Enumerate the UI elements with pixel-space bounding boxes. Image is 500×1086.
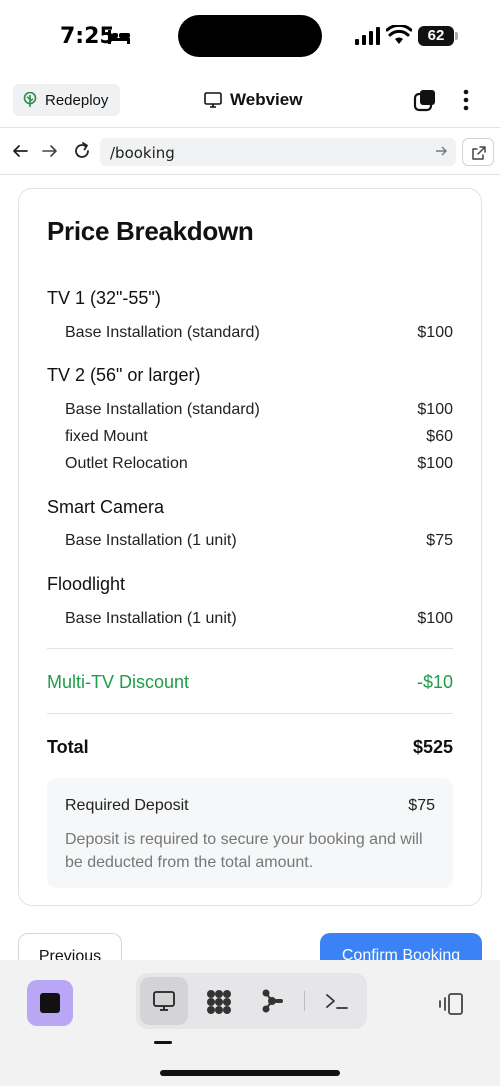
monitor-icon — [153, 991, 175, 1011]
active-tab-indicator — [154, 1041, 172, 1044]
view-tabs — [136, 973, 367, 1029]
line-item-price: $100 — [417, 610, 453, 627]
redeploy-label: Redeploy — [45, 91, 109, 109]
cellular-signal-icon — [355, 27, 380, 45]
bottom-toolbar — [0, 960, 500, 1086]
line-item-label: Base Installation (1 unit) — [65, 610, 237, 627]
total-value: $525 — [412, 737, 453, 757]
app-toolbar: Redeploy Webview — [0, 72, 500, 128]
dynamic-island — [178, 15, 322, 57]
line-item-price: $75 — [426, 532, 453, 549]
url-input[interactable]: /booking — [100, 138, 456, 166]
line-item-label: Base Installation (standard) — [65, 324, 260, 341]
status-bar: 7:25 62 — [0, 0, 500, 72]
deposit-value: $75 — [408, 797, 435, 814]
home-indicator — [160, 1070, 340, 1076]
price-breakdown-card: Price Breakdown TV 1 (32"-55") Base Inst… — [18, 188, 482, 906]
status-time: 7:25 — [60, 24, 115, 49]
line-item-price: $100 — [417, 401, 453, 418]
line-item-price: $60 — [426, 428, 453, 445]
card-title: Price Breakdown — [47, 216, 254, 246]
share-nodes-icon — [262, 989, 283, 1013]
line-item: Base Installation (standard) $100 — [65, 401, 453, 419]
tab-grid[interactable] — [194, 977, 242, 1025]
open-external-button[interactable] — [462, 138, 494, 166]
total-label: Total — [47, 737, 89, 757]
line-item: Base Installation (standard) $100 — [65, 324, 453, 342]
deposit-label: Required Deposit — [65, 797, 189, 814]
redeploy-button[interactable]: Redeploy — [13, 84, 121, 116]
tab-webview[interactable] — [140, 977, 188, 1025]
external-link-icon — [472, 146, 486, 160]
page-title: Webview — [204, 90, 302, 110]
group-heading: Floodlight — [47, 574, 126, 594]
line-item-price: $100 — [417, 324, 453, 341]
reload-icon[interactable] — [72, 141, 92, 161]
battery-indicator: 62 — [418, 26, 458, 46]
side-panel-icon[interactable] — [437, 992, 465, 1016]
monitor-icon — [204, 92, 222, 108]
total-row: Total $525 — [47, 737, 453, 758]
copy-icon[interactable] — [413, 88, 437, 112]
browser-url-bar: /booking — [0, 129, 500, 175]
sleep-focus-icon — [108, 30, 130, 44]
discount-label: Multi-TV Discount — [47, 672, 190, 692]
tree-icon — [23, 92, 37, 107]
line-item-label: Base Installation (standard) — [65, 401, 260, 418]
line-item: Base Installation (1 unit) $75 — [65, 532, 453, 550]
webview-content: Price Breakdown TV 1 (32"-55") Base Inst… — [0, 175, 500, 960]
line-item-label: Base Installation (1 unit) — [65, 532, 237, 549]
deposit-box: Required Deposit $75 Deposit is required… — [47, 778, 453, 888]
app-switcher-icon[interactable] — [27, 980, 73, 1026]
discount-row: Multi-TV Discount -$10 — [47, 672, 453, 693]
line-item: fixed Mount $60 — [65, 428, 453, 446]
tab-separator — [304, 991, 305, 1011]
terminal-icon — [326, 994, 348, 1009]
previous-button[interactable]: Previous — [18, 933, 122, 960]
tab-terminal[interactable] — [312, 977, 360, 1025]
line-item: Outlet Relocation $100 — [65, 455, 453, 473]
discount-value: -$10 — [416, 672, 453, 692]
line-item-label: Outlet Relocation — [65, 455, 188, 472]
grid-icon — [207, 990, 231, 1014]
tab-share[interactable] — [248, 977, 296, 1025]
divider — [47, 713, 453, 714]
group-heading: TV 1 (32"-55") — [47, 288, 161, 308]
deposit-note: Deposit is required to secure your booki… — [65, 831, 423, 871]
wifi-icon — [386, 25, 412, 44]
group-heading: Smart Camera — [47, 497, 165, 517]
line-item-label: fixed Mount — [65, 428, 148, 445]
line-item-price: $100 — [417, 455, 453, 472]
confirm-booking-button[interactable]: Confirm Booking — [320, 933, 482, 960]
divider — [47, 648, 453, 649]
go-arrow-icon[interactable] — [434, 144, 448, 158]
forward-arrow-icon[interactable] — [40, 141, 60, 161]
more-vertical-icon[interactable] — [456, 88, 476, 112]
back-arrow-icon[interactable] — [10, 141, 30, 161]
group-heading: TV 2 (56" or larger) — [47, 365, 201, 385]
line-item: Base Installation (1 unit) $100 — [65, 610, 453, 628]
page-title-text: Webview — [230, 90, 303, 109]
url-text: /booking — [110, 144, 175, 162]
